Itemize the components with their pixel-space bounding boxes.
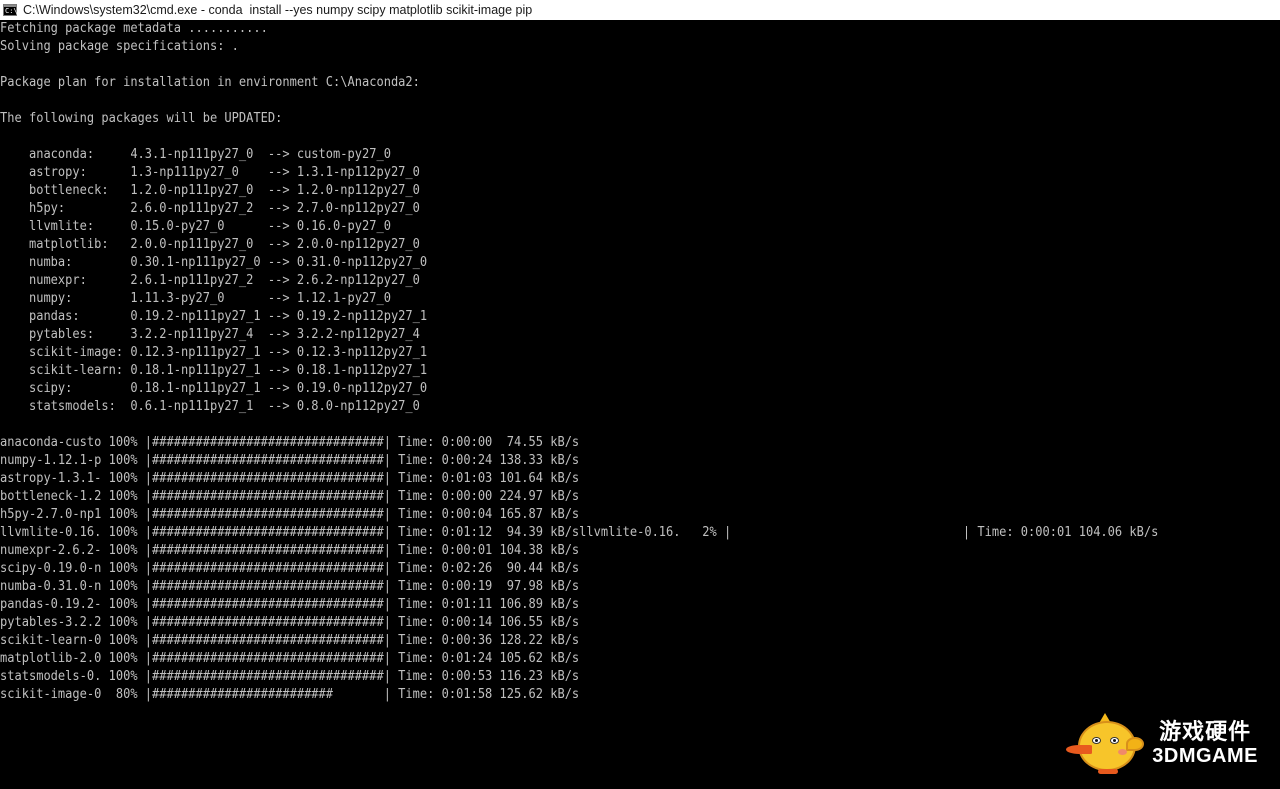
title-bar[interactable]: C:\ C:\Windows\system32\cmd.exe - conda … (0, 0, 1280, 20)
console-line: llvmlite: 0.15.0-py27_0 --> 0.16.0-py27_… (0, 219, 391, 234)
console-line: numpy-1.12.1-p 100% |###################… (0, 453, 580, 468)
console-line: scipy-0.19.0-n 100% |###################… (0, 561, 580, 576)
console-line: pandas-0.19.2- 100% |###################… (0, 597, 580, 612)
watermark-text-cn: 游戏硬件 (1159, 720, 1252, 745)
console-line: scikit-learn-0 100% |###################… (0, 633, 580, 648)
console-line: anaconda-custo 100% |###################… (0, 435, 580, 450)
console-line: astropy-1.3.1- 100% |###################… (0, 471, 580, 486)
console-line: scikit-learn: 0.18.1-np111py27_1 --> 0.1… (0, 363, 428, 378)
console-line: bottleneck: 1.2.0-np111py27_0 --> 1.2.0-… (0, 183, 420, 198)
console-line: h5py-2.7.0-np1 100% |###################… (0, 507, 580, 522)
console-line: matplotlib: 2.0.0-np111py27_0 --> 2.0.0-… (0, 237, 420, 252)
console-line: statsmodels-0. 100% |###################… (0, 669, 580, 684)
console-line: numexpr: 2.6.1-np111py27_2 --> 2.6.2-np1… (0, 273, 420, 288)
console-output[interactable]: Fetching package metadata ........... Sol… (0, 20, 1280, 789)
console-line: numpy: 1.11.3-py27_0 --> 1.12.1-py27_0 (0, 291, 391, 306)
console-line: scipy: 0.18.1-np111py27_1 --> 0.19.0-np1… (0, 381, 428, 396)
watermark-text-en: 3DMGAME (1152, 745, 1258, 767)
window-title: C:\Windows\system32\cmd.exe - conda inst… (23, 3, 533, 17)
console-text: Fetching package metadata ........... Sol… (0, 20, 1184, 704)
console-line: astropy: 1.3-np111py27_0 --> 1.3.1-np112… (0, 165, 420, 180)
chick-mascot-icon (1064, 713, 1145, 775)
console-line: numba-0.31.0-n 100% |###################… (0, 579, 580, 594)
console-line: scikit-image: 0.12.3-np111py27_1 --> 0.1… (0, 345, 428, 360)
console-line: llvmlite-0.16. 100% |###################… (0, 525, 1159, 540)
console-line: pytables-3.2.2 100% |###################… (0, 615, 580, 630)
cmd-window: C:\ C:\Windows\system32\cmd.exe - conda … (0, 0, 1280, 789)
watermark-brand: 游戏硬件 3DMGAME (1152, 720, 1258, 768)
console-line: statsmodels: 0.6.1-np111py27_1 --> 0.8.0… (0, 399, 420, 414)
console-line: numba: 0.30.1-np111py27_0 --> 0.31.0-np1… (0, 255, 428, 270)
console-line: h5py: 2.6.0-np111py27_2 --> 2.7.0-np112p… (0, 201, 420, 216)
console-line: pytables: 3.2.2-np111py27_4 --> 3.2.2-np… (0, 327, 420, 342)
console-line: Package plan for installation in environ… (0, 75, 420, 90)
cmd-icon[interactable]: C:\ (3, 4, 18, 16)
watermark-3dmgame: 游戏硬件 3DMGAME (1064, 713, 1258, 775)
cmd-icon-glyph: C:\ (5, 7, 18, 15)
console-line: scikit-image-0 80% |####################… (0, 687, 580, 702)
console-line: anaconda: 4.3.1-np111py27_0 --> custom-p… (0, 147, 391, 162)
console-line: Solving package specifications: . (0, 39, 239, 54)
console-line: numexpr-2.6.2- 100% |###################… (0, 543, 580, 558)
console-line: bottleneck-1.2 100% |###################… (0, 489, 580, 504)
console-line: The following packages will be UPDATED: (0, 111, 283, 126)
console-line: matplotlib-2.0 100% |###################… (0, 651, 580, 666)
console-line: Fetching package metadata ........... (0, 21, 268, 36)
console-line: pandas: 0.19.2-np111py27_1 --> 0.19.2-np… (0, 309, 428, 324)
